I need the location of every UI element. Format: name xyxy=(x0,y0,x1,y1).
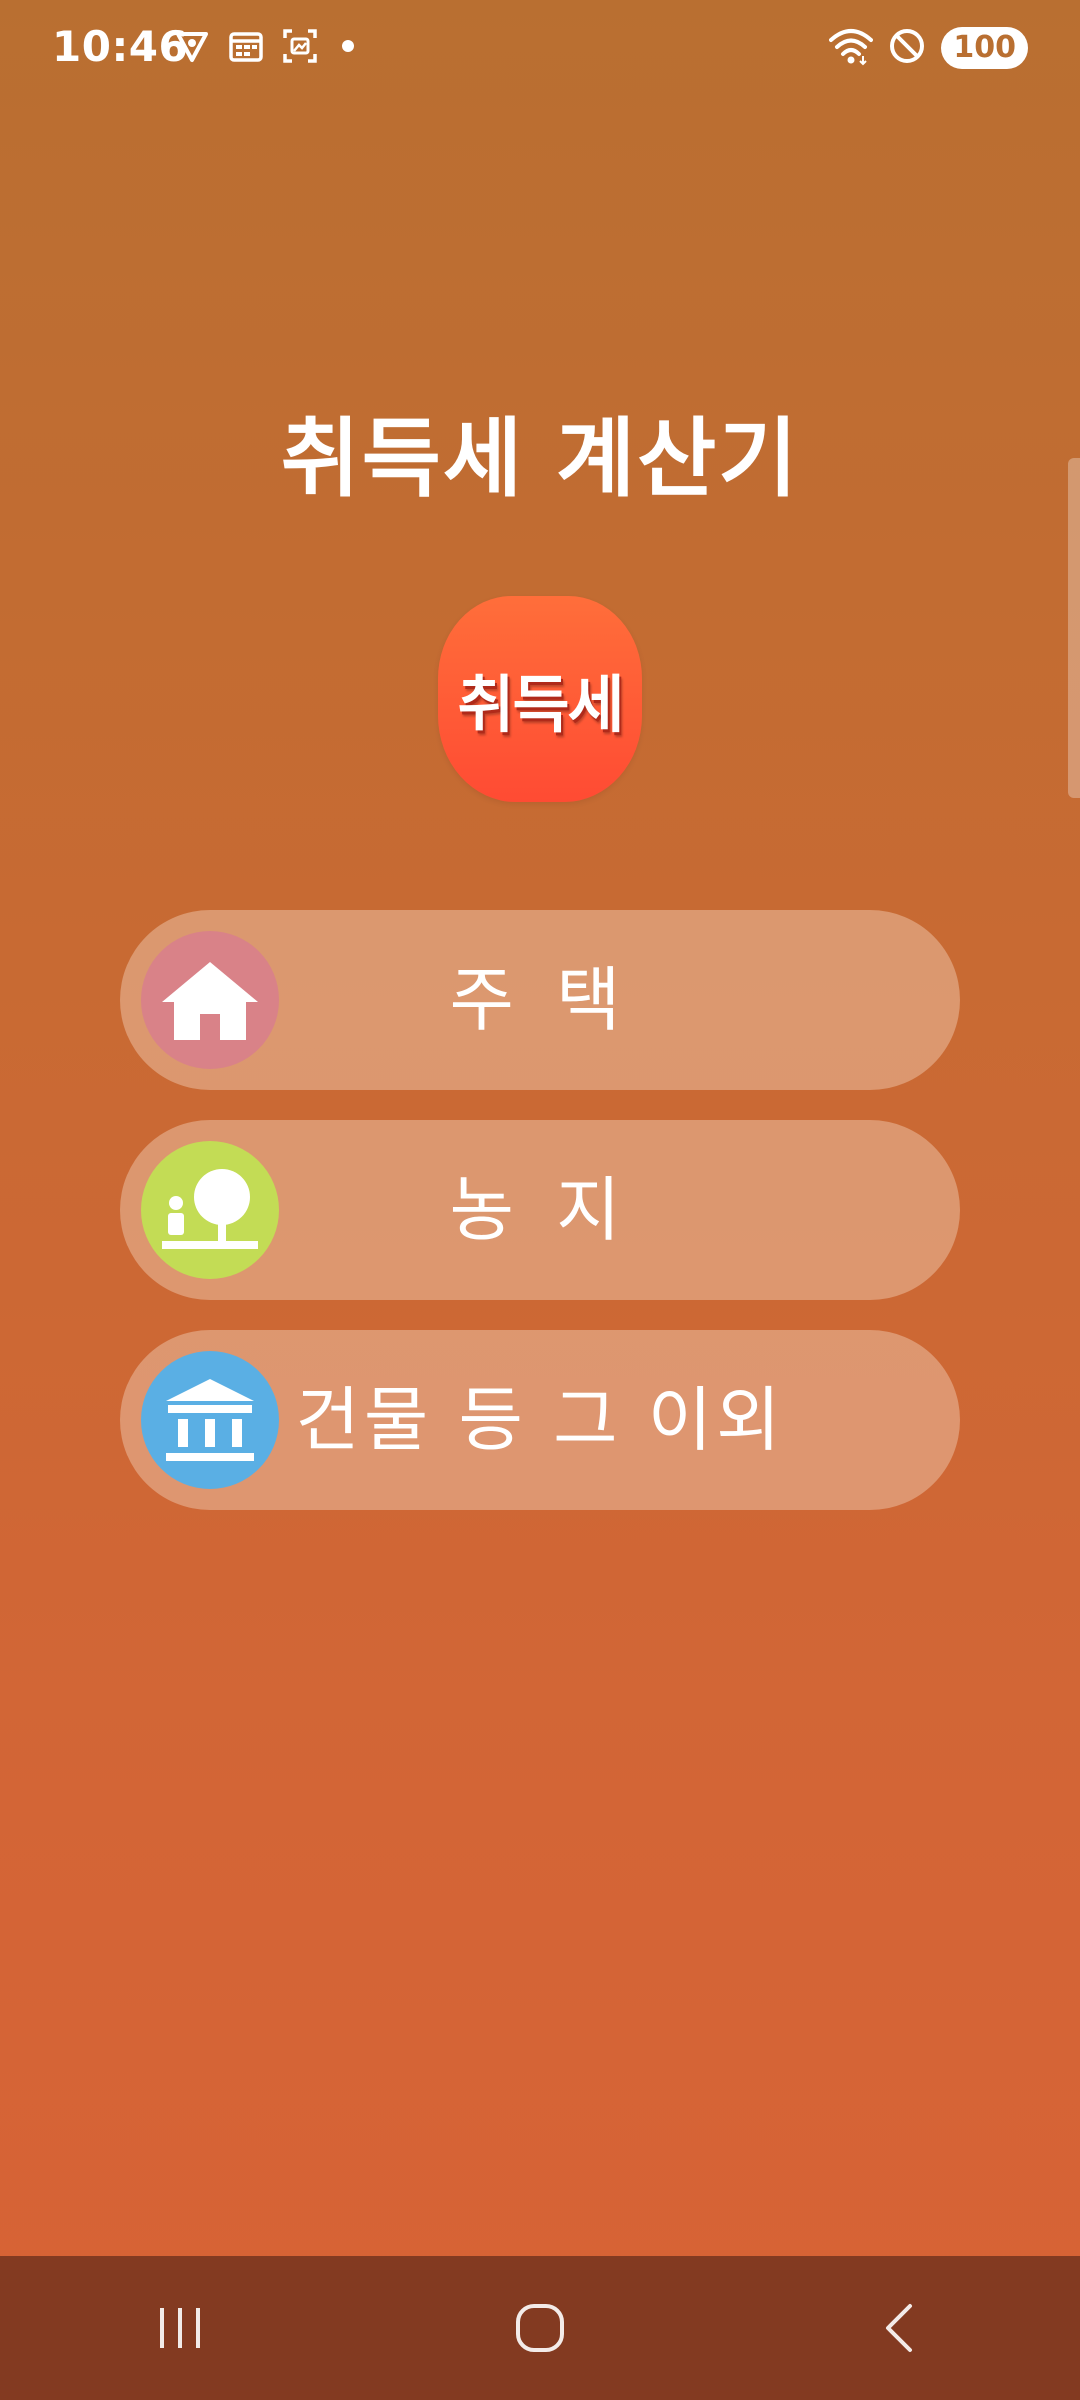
app-logo: 취득세 xyxy=(438,596,642,802)
screenshot-icon xyxy=(280,26,320,66)
home-icon xyxy=(516,2304,564,2352)
menu-label-farmland: 농 지 xyxy=(449,1169,631,1251)
wifi-icon xyxy=(829,26,874,70)
status-left-icons xyxy=(172,26,354,66)
status-time: 10:46 xyxy=(52,22,189,71)
menu-label-other-building: 건물 등 그 이외 xyxy=(295,1379,785,1461)
menu-item-house[interactable]: 주 택 xyxy=(120,910,960,1090)
battery-icon: 100 xyxy=(941,27,1028,69)
page-title: 취득세 계산기 xyxy=(280,409,800,509)
status-bar: 10:46 100 xyxy=(0,0,1080,100)
do-not-disturb-icon xyxy=(887,26,927,70)
menu-item-farmland[interactable]: 농 지 xyxy=(120,1120,960,1300)
home-button[interactable] xyxy=(480,2278,600,2378)
notification-dot xyxy=(342,40,354,52)
recent-apps-icon xyxy=(160,2308,200,2348)
scrollbar[interactable] xyxy=(1068,458,1080,798)
menu-label-house: 주 택 xyxy=(449,959,631,1041)
status-right-icons: 100 xyxy=(829,26,1028,70)
back-button[interactable] xyxy=(840,2278,960,2378)
back-icon xyxy=(886,2304,912,2352)
category-menu: 주 택 농 지 건물 등 그 이외 xyxy=(120,910,960,1540)
logo-text: 취득세 xyxy=(457,668,624,741)
vpn-shield-icon xyxy=(172,26,212,66)
recent-apps-button[interactable] xyxy=(120,2278,240,2378)
calendar-icon xyxy=(226,26,266,66)
menu-item-other-building[interactable]: 건물 등 그 이외 xyxy=(120,1330,960,1510)
system-nav-bar xyxy=(0,2256,1080,2400)
